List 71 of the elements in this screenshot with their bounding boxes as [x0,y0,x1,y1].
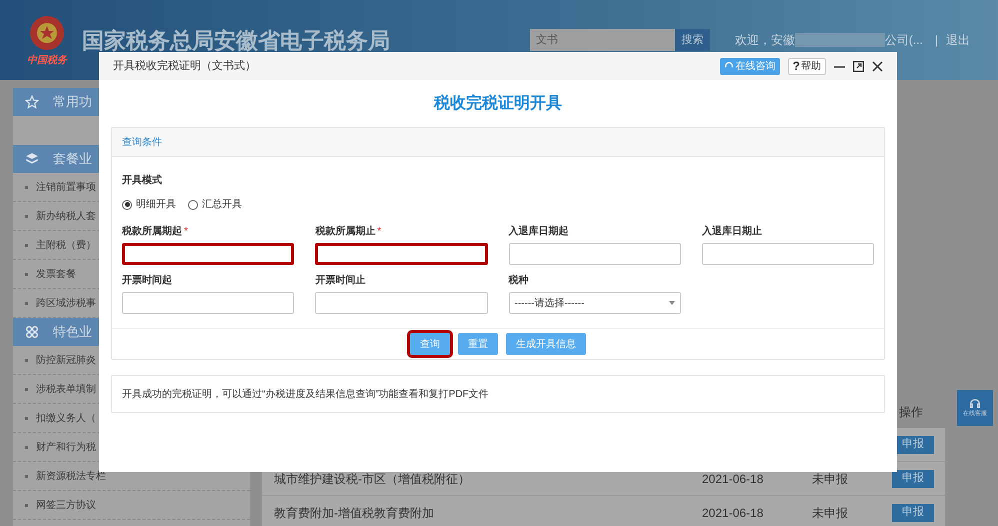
declare-button[interactable]: 申报 [892,470,934,488]
caret-icon [668,301,675,305]
table-cell-text: 2021-06-18 [702,504,764,522]
sidebar-item[interactable]: 新办纳税人套 [36,208,96,224]
field-label: 税款所属期起 [122,224,182,239]
separator: | [934,32,938,49]
table-cell-text: 教育费附加-增值税教育费附加 [273,504,435,522]
sidebar-item[interactable]: 财产和行为税 [36,440,96,454]
sidebar-item[interactable]: 跨区域涉税事 [36,296,96,310]
field-label: 税款所属期止 [315,224,376,239]
logo-text: 中国税务 [27,54,67,68]
mode-label: 开具模式 [122,174,162,188]
required-mark: * [377,225,382,239]
table-cell-text: 2021-06-18 [702,470,764,488]
mode-radio[interactable]: 汇总开具 [188,197,242,212]
panel-title: 查询条件 [122,136,162,150]
bullet-icon [25,358,28,362]
search-button[interactable]: 搜索 [674,29,710,51]
bullet-icon [25,388,28,390]
help-button[interactable]: ?帮助 [788,58,826,74]
search-field[interactable]: 文书 [530,29,675,51]
input-field[interactable] [122,243,294,265]
bullet-icon [25,416,28,420]
action-button[interactable]: 生成开具信息 [506,333,586,355]
section-title: 特色业 [53,323,92,342]
bullet-icon [25,186,28,188]
action-button[interactable]: 查询 [410,333,450,355]
field-label: 入退库日期起 [508,224,568,239]
online-consult-button[interactable]: 在线咨询 [720,58,780,74]
section-title: 套餐业 [53,150,92,168]
mode-radio[interactable]: 明细开具 [122,197,176,212]
select-field[interactable]: ------请选择------ [508,292,681,314]
field-label: 开票时间起 [122,274,172,288]
field-label: 税种 [508,274,528,288]
sidebar-item[interactable]: 涉税表单填制 [36,382,96,396]
column-header: 操作 [899,404,923,421]
bullet-icon [25,272,28,276]
star-icon [25,95,39,109]
field-label: 开票时间止 [315,274,366,288]
sidebar-item[interactable]: 注销前置事项 [36,180,96,194]
bullet-icon [25,302,28,304]
table-cell-text: 城市维护建设税-市区（增值税附征） [273,470,471,488]
field-label: 入退库日期止 [702,224,762,239]
note-text: 开具成功的完税证明，可以通过“办税进度及结果信息查询”功能查看和复打PDF文件 [122,388,489,402]
sidebar-item[interactable]: 主附税（费） [36,238,96,252]
dialog-heading: 税收完税证明开具 [434,93,562,114]
welcome-text: 欢迎，安徽 [734,32,795,49]
declare-button[interactable]: 申报 [892,504,934,522]
clover-icon [25,325,39,339]
action-button[interactable]: 重置 [458,333,498,355]
company-name: 公司(... [884,32,923,49]
bullet-icon [25,504,28,506]
sidebar-item[interactable]: 网签三方协议 [36,498,96,512]
logout-link[interactable]: 退出 [946,31,970,49]
sidebar-item[interactable]: 扣缴义务人（ [36,410,96,426]
required-mark: * [184,225,188,239]
input-field[interactable] [315,243,488,265]
section-title: 常用功 [53,93,92,112]
close-icon[interactable] [872,60,883,72]
bullet-icon [25,214,28,218]
site-title: 国家税务总局安徽省电子税务局 [82,26,390,54]
sidebar-item[interactable]: 防控新冠肺炎 [36,352,96,368]
dialog-title: 开具税收完税证明（文书式） [113,58,256,74]
maximize-icon[interactable] [853,60,864,72]
bullet-icon [25,474,28,478]
bullet-icon [25,244,28,246]
bullet-icon [25,446,28,448]
table-cell-text: 未申报 [812,470,849,488]
table-cell-text: 未申报 [812,504,849,522]
layers-icon [25,152,39,166]
sidebar-item[interactable]: 发票套餐 [36,266,76,282]
